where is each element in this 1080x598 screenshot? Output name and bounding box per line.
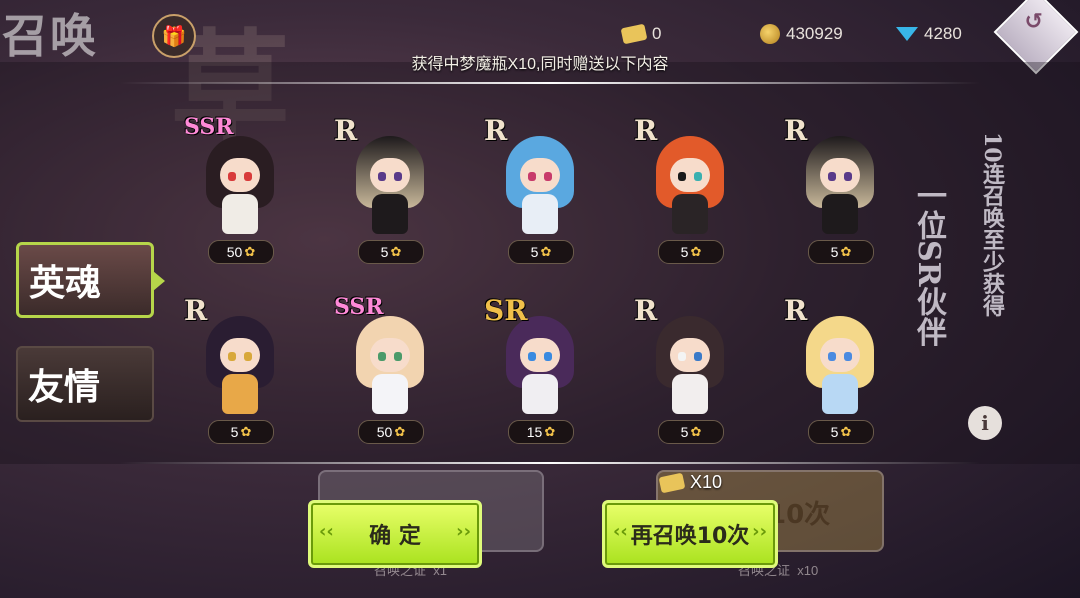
hero-portrait xyxy=(350,136,430,240)
reward-amount: 5 xyxy=(380,244,389,260)
hero-portrait xyxy=(650,136,730,240)
ticket-count: 0 xyxy=(652,24,662,43)
cost-multiplier: X10 xyxy=(690,472,723,492)
info-icon[interactable]: i xyxy=(968,406,1002,440)
hero-card[interactable]: R 5 ✿ xyxy=(770,294,910,444)
coin-count: 430929 xyxy=(786,24,843,43)
reward-pill: 50 ✿ xyxy=(208,240,274,264)
tab-friendship[interactable]: 友情 xyxy=(16,346,154,422)
hero-card[interactable]: R 5 ✿ xyxy=(320,114,460,264)
back-arrow-icon: ↺ xyxy=(1024,9,1043,35)
hero-card[interactable]: R 5 ✿ xyxy=(620,294,760,444)
star-icon: ✿ xyxy=(244,244,256,259)
rarity-badge: R xyxy=(784,114,808,147)
reward-amount: 5 xyxy=(830,244,839,260)
reward-pill: 15 ✿ xyxy=(508,420,574,444)
reward-pill: 50 ✿ xyxy=(358,420,424,444)
rarity-badge: R xyxy=(334,114,358,147)
reward-pill: 5 ✿ xyxy=(508,240,574,264)
ticket-icon xyxy=(620,23,648,45)
rarity-badge: SSR xyxy=(184,114,234,140)
tab-arrow-icon xyxy=(153,271,165,291)
hero-card[interactable]: R 5 ✿ xyxy=(620,114,760,264)
star-icon: ✿ xyxy=(390,244,402,259)
tab-heroes[interactable]: 英魂 xyxy=(16,242,165,318)
rarity-badge: R xyxy=(784,294,808,327)
hero-portrait xyxy=(200,316,280,420)
rarity-badge: R xyxy=(484,114,508,147)
ticket-icon xyxy=(658,472,686,493)
confirm-button[interactable]: ‹‹ 确 定 ›› xyxy=(308,500,482,568)
divider xyxy=(120,82,980,84)
star-icon: ✿ xyxy=(394,424,406,439)
coin-icon xyxy=(760,24,780,44)
reward-pill: 5 ✿ xyxy=(358,240,424,264)
rarity-badge: R xyxy=(634,114,658,147)
hero-portrait xyxy=(500,136,580,240)
hero-portrait xyxy=(350,316,430,420)
reward-amount: 15 xyxy=(526,424,543,440)
confirm-label: 确 定 xyxy=(369,524,421,549)
star-icon: ✿ xyxy=(840,244,852,259)
reward-pill: 5 ✿ xyxy=(208,420,274,444)
reward-pill: 5 ✿ xyxy=(808,240,874,264)
rarity-badge: SR xyxy=(484,294,528,327)
star-icon: ✿ xyxy=(240,424,252,439)
star-icon: ✿ xyxy=(690,244,702,259)
summon-cost: X10 xyxy=(658,472,723,493)
reward-amount: 5 xyxy=(230,424,239,440)
reward-pill: 5 ✿ xyxy=(658,240,724,264)
hero-card[interactable]: SR 15 ✿ xyxy=(470,294,610,444)
hero-card[interactable]: R 5 ✿ xyxy=(170,294,310,444)
hero-portrait xyxy=(500,316,580,420)
gem-icon xyxy=(896,27,918,41)
promo-text: 一位SR伙伴 xyxy=(911,180,946,347)
star-icon: ✿ xyxy=(544,424,556,439)
reward-amount: 50 xyxy=(376,424,393,440)
hero-portrait xyxy=(800,136,880,240)
reward-amount: 5 xyxy=(530,244,539,260)
chevron-right-icon: ›› xyxy=(752,521,767,542)
promo-text: 10连召唤至少获得 xyxy=(979,132,1005,317)
reward-amount: 5 xyxy=(830,424,839,440)
hero-card[interactable]: R 5 ✿ xyxy=(470,114,610,264)
reward-pill: 5 ✿ xyxy=(658,420,724,444)
gem-counter: 4280 xyxy=(896,22,962,46)
star-icon: ✿ xyxy=(690,424,702,439)
tab-label: 英魂 xyxy=(29,262,102,304)
coin-counter: 430929 xyxy=(760,22,843,46)
hero-card[interactable]: SSR 50 ✿ xyxy=(170,114,310,264)
divider xyxy=(120,462,980,464)
rarity-badge: SSR xyxy=(334,294,384,320)
chevron-left-icon: ‹‹ xyxy=(613,521,628,542)
tab-label: 友情 xyxy=(28,366,101,408)
rarity-badge: R xyxy=(184,294,208,327)
rarity-badge: R xyxy=(634,294,658,327)
hero-card[interactable]: R 5 ✿ xyxy=(770,114,910,264)
result-headline: 获得中梦魔瓶X10,同时赠送以下内容 xyxy=(411,56,669,73)
summon-again-button[interactable]: ‹‹ 再召唤10次 ›› xyxy=(602,500,778,568)
ticket-counter: 0 xyxy=(620,22,662,46)
hero-card[interactable]: SSR 50 ✿ xyxy=(320,294,460,444)
chevron-right-icon: ›› xyxy=(456,521,471,542)
reward-amount: 5 xyxy=(680,424,689,440)
reward-pill: 5 ✿ xyxy=(808,420,874,444)
hero-portrait xyxy=(650,316,730,420)
gem-count: 4280 xyxy=(924,24,962,43)
hero-portrait xyxy=(200,136,280,240)
star-icon: ✿ xyxy=(840,424,852,439)
star-icon: ✿ xyxy=(540,244,552,259)
hero-portrait xyxy=(800,316,880,420)
chevron-left-icon: ‹‹ xyxy=(319,521,334,542)
reward-amount: 50 xyxy=(226,244,243,260)
reward-amount: 5 xyxy=(680,244,689,260)
summon-again-label: 再召唤10次 xyxy=(630,524,750,549)
